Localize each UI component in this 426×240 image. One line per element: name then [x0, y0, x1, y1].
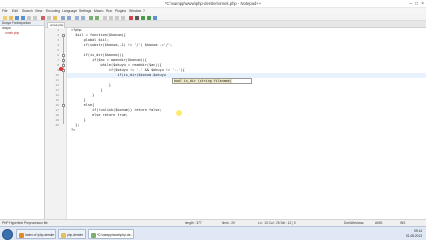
taskbar: Index of /php-dersler php-dersler *C:\xa…: [0, 226, 426, 240]
fold-marker-icon[interactable]: [62, 104, 65, 107]
cut-icon[interactable]: [41, 15, 45, 20]
title-bar: *C:\xampp\www\php-dersler\ornek.php - No…: [0, 0, 426, 8]
save-icon[interactable]: [15, 15, 19, 20]
sync-scroll-icon[interactable]: [103, 15, 107, 20]
system-tray-clock[interactable]: 09:14 01.08.2013: [406, 229, 422, 239]
function-list-panel: Dosya Fonksiyonları dosya ornek.php: [0, 21, 45, 219]
tray-date: 01.08.2013: [406, 234, 422, 238]
status-bar: PHP Hypertext Preprocessor file length :…: [0, 219, 426, 226]
word-wrap-icon[interactable]: [109, 15, 113, 20]
line-number-gutter: 1 2 3 4 5 6 7 8 9 10 11 12 13 14 15 16 1…: [45, 28, 67, 219]
paste-icon[interactable]: [53, 15, 57, 20]
panel-item-file[interactable]: ornek.php: [0, 31, 44, 36]
close-file-icon[interactable]: [27, 15, 31, 20]
taskbar-item-label: *C:\xampp\www\php-de...: [97, 233, 134, 237]
zoom-out-icon[interactable]: [95, 15, 99, 20]
new-file-icon[interactable]: [3, 15, 7, 20]
save-macro-icon[interactable]: [153, 15, 157, 20]
show-all-chars-icon[interactable]: [115, 15, 119, 20]
bookmark-icon[interactable]: [59, 67, 63, 71]
start-button[interactable]: [2, 228, 13, 240]
print-icon[interactable]: [33, 15, 37, 20]
maximize-button[interactable]: □: [415, 1, 418, 7]
browser-icon: [19, 232, 24, 238]
undo-icon[interactable]: [61, 15, 65, 20]
run-macro-multiple-icon[interactable]: [147, 15, 151, 20]
autocomplete-tooltip: bool is_dir (string filename): [172, 78, 252, 84]
replace-icon[interactable]: [81, 15, 85, 20]
minimize-button[interactable]: –: [409, 1, 412, 7]
play-macro-icon[interactable]: [141, 15, 145, 20]
taskbar-item-browser[interactable]: Index of /php-dersler: [16, 229, 56, 239]
indent-guide-icon[interactable]: [121, 15, 125, 20]
taskbar-item-notepad[interactable]: *C:\xampp\www\php-de...: [88, 229, 134, 239]
code-line-current: if(is_dir($konum.$okuyu: [71, 73, 166, 77]
notepad-plus-plus-window: *C:\xampp\www\php-dersler\ornek.php - No…: [0, 0, 426, 240]
fold-marker-icon[interactable]: [62, 54, 65, 57]
code-line: ?>: [71, 128, 76, 132]
line-number: 20: [55, 123, 59, 127]
mouse-cursor-highlight: [176, 110, 182, 116]
notepad-icon: [91, 232, 96, 238]
folder-icon: [61, 232, 66, 238]
stop-macro-icon[interactable]: [135, 15, 139, 20]
save-all-icon[interactable]: [21, 15, 25, 20]
code-editor[interactable]: 1 2 3 4 5 6 7 8 9 10 11 12 13 14 15 16 1…: [45, 28, 426, 219]
fold-marker-icon[interactable]: [62, 59, 65, 62]
code-line: if(substr($konum,-1) != '/') $konum .='/…: [71, 43, 173, 47]
record-macro-icon[interactable]: [129, 15, 133, 20]
redo-icon[interactable]: [67, 15, 71, 20]
toolbar: [0, 14, 426, 21]
taskbar-item-label: php-dersler: [67, 233, 84, 237]
window-title: *C:\xampp\www\php-dersler\ornek.php - No…: [164, 1, 262, 6]
find-icon[interactable]: [75, 15, 79, 20]
autocomplete-signature: bool is_dir (string filename): [174, 79, 232, 83]
zoom-in-icon[interactable]: [89, 15, 93, 20]
tab-bar: ornek.php: [45, 21, 426, 28]
taskbar-item-folder[interactable]: php-dersler: [58, 229, 86, 239]
fold-marker-icon[interactable]: [62, 64, 65, 67]
fold-guide: [63, 37, 64, 124]
taskbar-item-label: Index of /php-dersler: [25, 233, 55, 237]
close-button[interactable]: ×: [421, 1, 424, 7]
window-controls: – □ ×: [409, 1, 424, 7]
open-folder-icon[interactable]: [9, 15, 13, 20]
copy-icon[interactable]: [47, 15, 51, 20]
